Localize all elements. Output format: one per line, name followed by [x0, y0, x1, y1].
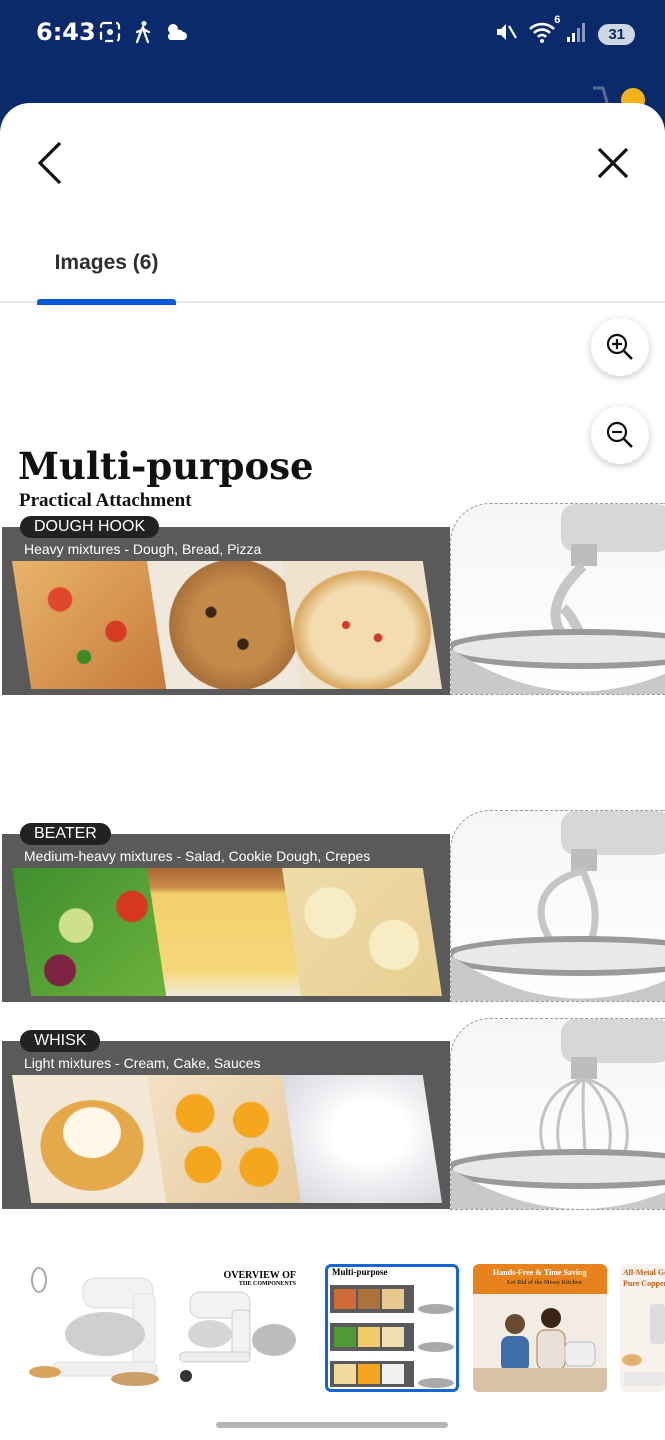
screenshot-icon: [98, 20, 122, 49]
chevron-left-icon: [37, 141, 62, 185]
tab-images[interactable]: Images (6): [37, 233, 176, 305]
tab-indicator: [37, 299, 176, 305]
thumbnail-3-caption: Multi-purpose: [332, 1267, 388, 1277]
photo-mashed-potatoes: [282, 868, 442, 996]
photo-cream-puff: [12, 1075, 172, 1203]
thumbnail-strip: OVERVIEW OF THE COMPONENTS Multi-purpose: [0, 1258, 665, 1398]
photo-pizza: [12, 561, 172, 689]
thumbnail-5[interactable]: All-Metal Gea Pure Copper I: [620, 1264, 665, 1392]
close-icon: [597, 147, 629, 179]
close-button[interactable]: [595, 145, 631, 181]
attachment-desc: Heavy mixtures - Dough, Bread, Pizza: [24, 541, 262, 557]
thumbnail-4-caption-2: Let Rid of the Messy Kitchen: [507, 1280, 582, 1286]
attachment-name: DOUGH HOOK: [20, 516, 160, 538]
tab-bar: Images (6): [0, 233, 665, 305]
photo-cake: [147, 868, 307, 996]
zoom-out-button[interactable]: [591, 406, 649, 464]
tab-images-label: Images (6): [54, 251, 159, 274]
thumbnail-5-caption-2: Pure Copper I: [623, 1279, 665, 1288]
photo-salad: [12, 868, 172, 996]
attachment-name: BEATER: [20, 823, 111, 845]
thumbnail-1[interactable]: [25, 1264, 159, 1392]
photo-egg-yolks: [147, 1075, 307, 1203]
zoom-in-icon: [606, 333, 633, 360]
thumbnail-2-caption-2: THE COMPONENTS: [238, 1281, 296, 1287]
attachment-desc: Light mixtures - Cream, Cake, Sauces: [24, 1055, 261, 1071]
photo-bread: [282, 561, 442, 689]
photo-whipped-cream: [282, 1075, 442, 1203]
photo-cookies: [147, 561, 307, 689]
home-indicator[interactable]: [216, 1422, 448, 1428]
thumbnail-4[interactable]: Hands-Free & Time Saving Let Rid of the …: [473, 1264, 607, 1392]
status-time: 6:43: [36, 18, 96, 46]
zoom-out-icon: [606, 421, 633, 448]
zoom-in-button[interactable]: [591, 318, 649, 376]
battery-icon: 31: [598, 24, 635, 45]
mute-icon: [494, 20, 518, 49]
attachment-name: WHISK: [20, 1030, 101, 1052]
thumbnail-3[interactable]: Multi-purpose: [325, 1264, 459, 1392]
image-title: Multi-purpose: [18, 444, 314, 488]
thumbnail-5-caption: All-Metal Gea: [623, 1268, 665, 1277]
wifi-icon: 6: [528, 14, 560, 49]
signal-icon: [566, 20, 588, 49]
thumbnail-2-caption: OVERVIEW OF: [223, 1270, 296, 1281]
mixer-whisk-image: [450, 1018, 665, 1210]
mixer-dough-hook-image: [450, 503, 665, 695]
mixer-beater-image: [450, 810, 665, 1002]
status-bar: 6:43 6 31: [0, 0, 665, 112]
thumbnail-2[interactable]: OVERVIEW OF THE COMPONENTS: [170, 1264, 304, 1392]
weather-icon: [164, 20, 190, 49]
wifi-badge: 6: [554, 14, 561, 26]
back-button[interactable]: [30, 139, 74, 187]
attachment-desc: Medium-heavy mixtures - Salad, Cookie Do…: [24, 848, 371, 864]
thumbnail-4-caption: Hands-Free & Time Saving: [493, 1268, 587, 1277]
product-image[interactable]: Multi-purpose Practical Attachment DOUGH…: [0, 438, 665, 1210]
walking-icon: [132, 20, 154, 49]
image-viewer-sheet: Images (6) Multi-purpose Practical Attac…: [0, 103, 665, 1440]
image-subtitle: Practical Attachment: [19, 490, 192, 511]
